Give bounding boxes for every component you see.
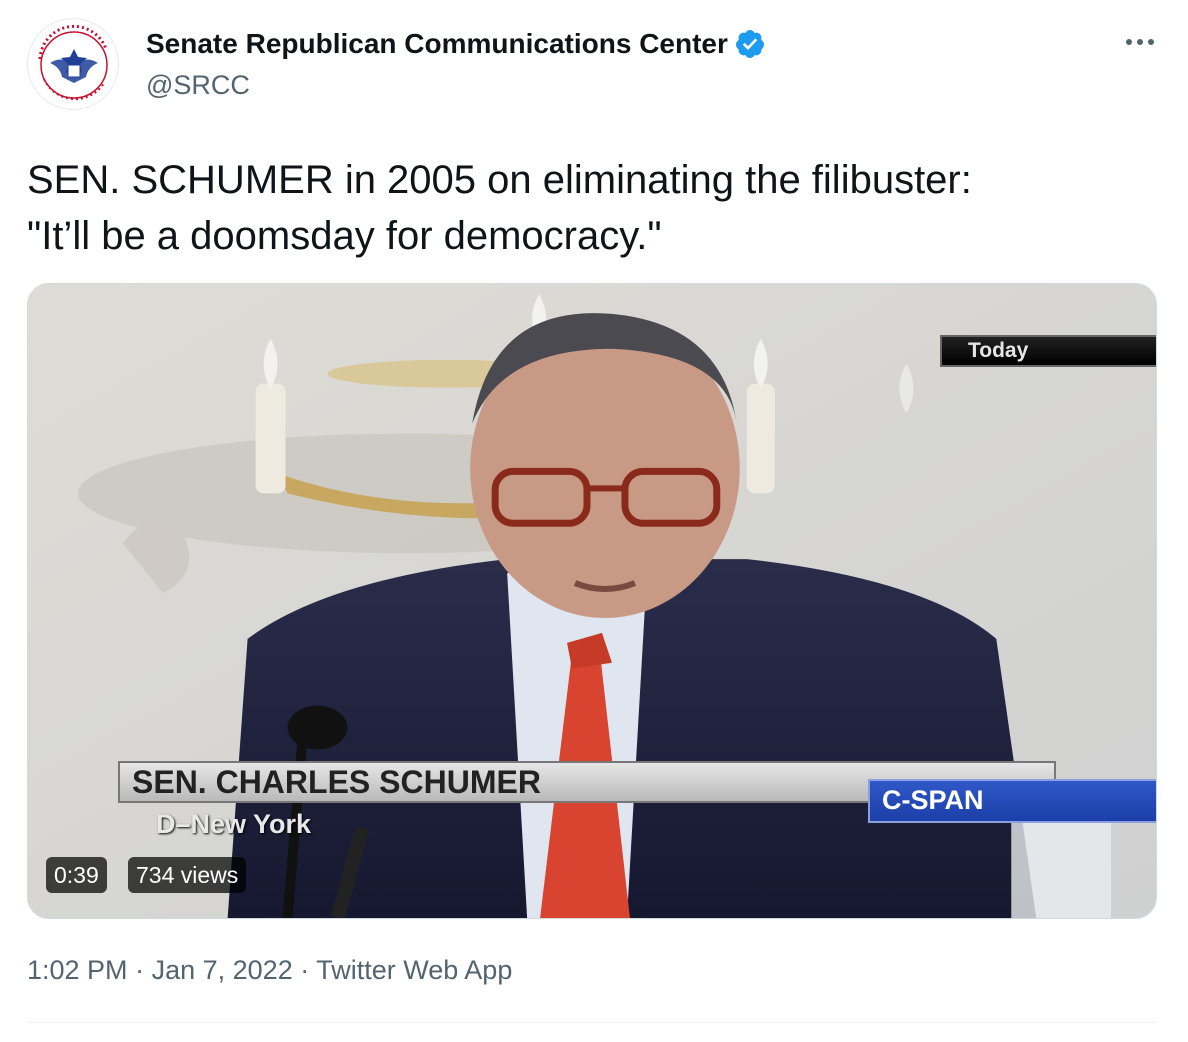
tweet-text-line-1: SEN. SCHUMER in 2005 on eliminating the … [27,158,972,202]
srcc-logo-icon [30,21,118,109]
author-handle[interactable]: @SRCC [146,70,250,101]
video-duration-badge: 0:39 [46,857,107,893]
meta-separator: · [135,955,145,985]
video-views-badge: 734 views [128,857,247,893]
chyron-subtitle: D–New York [156,809,312,839]
tweet-time[interactable]: 1:02 PM [27,955,128,985]
display-name-text: Senate Republican Communications Center [146,28,728,59]
more-options-icon[interactable] [1122,28,1158,56]
tweet-source[interactable]: Twitter Web App [316,955,512,985]
today-overlay: Today [940,335,1156,367]
tweet-text-line-2: "It’ll be a doomsday for democracy." [27,214,662,258]
avatar[interactable] [27,18,119,110]
divider [27,1022,1157,1023]
tweet-text: SEN. SCHUMER in 2005 on eliminating the … [27,152,1157,264]
meta-separator: · [300,955,310,985]
author-display-name[interactable]: Senate Republican Communications Center [146,28,766,60]
tweet-date[interactable]: Jan 7, 2022 [152,955,293,985]
tweet-meta: 1:02 PM · Jan 7, 2022 · Twitter Web App [27,955,512,986]
cspan-logo: C-SPAN [868,779,1156,823]
verified-badge-icon [735,30,764,58]
video-player[interactable]: Today SEN. CHARLES SCHUMER D–New York C-… [27,283,1157,919]
